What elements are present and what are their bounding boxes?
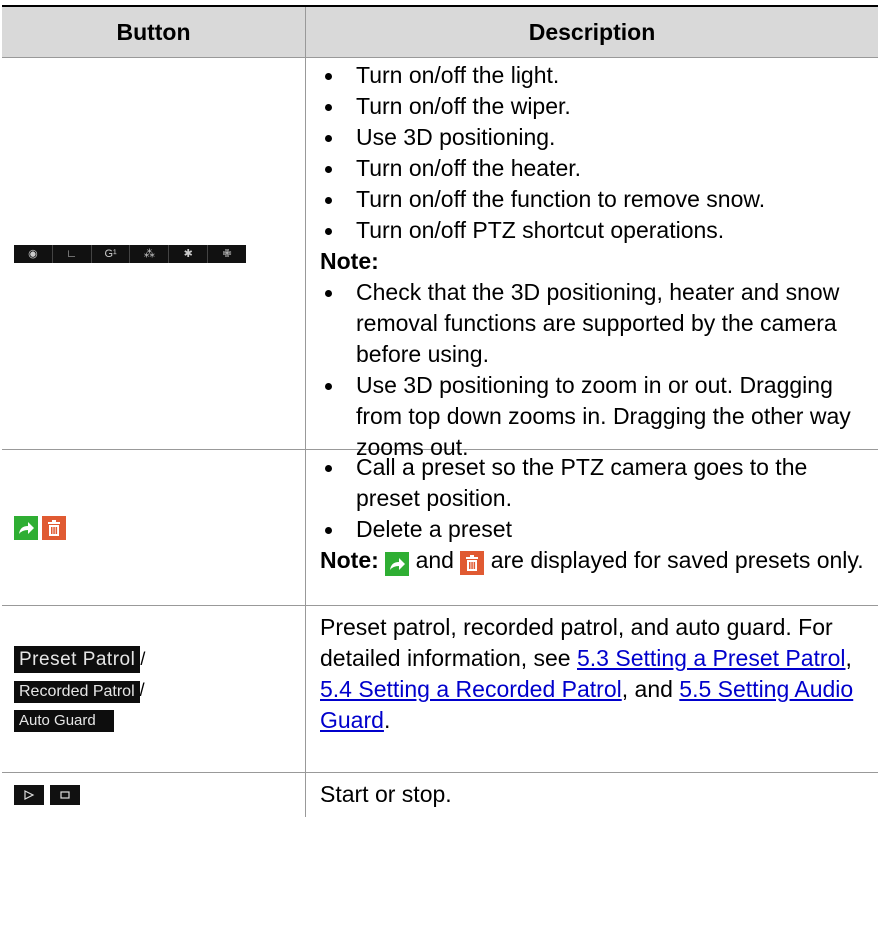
stop-button[interactable] xyxy=(50,785,80,805)
slash: / xyxy=(139,680,145,700)
note-label: Note: xyxy=(320,547,379,573)
description-cell: Start or stop. xyxy=(306,773,878,817)
heater-icon[interactable]: ⁂ xyxy=(130,244,170,263)
table-row: Preset Patrol / Recorded Patrol / Auto Gua… xyxy=(2,606,878,773)
separator: , xyxy=(845,645,852,671)
separator: , and xyxy=(621,676,673,702)
note-and: and xyxy=(415,547,454,573)
link-preset-patrol[interactable]: 5.3 Setting a Preset Patrol xyxy=(577,645,846,671)
description-cell: Preset patrol, recorded patrol, and auto… xyxy=(306,606,878,772)
goto-preset-icon[interactable] xyxy=(14,515,38,540)
list-item: Use 3D positioning. xyxy=(320,122,868,153)
list-item: Turn on/off PTZ shortcut operations. xyxy=(320,215,868,246)
list-item: Call a preset so the PTZ camera goes to … xyxy=(320,452,868,514)
start-button[interactable] xyxy=(14,785,44,805)
list-item: Turn on/off the heater. xyxy=(320,153,868,184)
auto-guard-button[interactable]: Auto Guard xyxy=(14,710,114,732)
button-cell xyxy=(2,773,306,817)
note-label: Note: xyxy=(320,248,379,274)
table-row: ◉ ∟ G¹ ⁂ ✱ ✙ Turn on/off the light. Turn… xyxy=(2,58,878,460)
3d-positioning-icon[interactable]: G¹ xyxy=(92,244,131,263)
button-cell: Preset Patrol / Recorded Patrol / Auto Gua… xyxy=(2,606,306,772)
list-item: Turn on/off the light. xyxy=(320,60,868,91)
goto-preset-icon xyxy=(385,552,410,576)
note-list: Check that the 3D positioning, heater an… xyxy=(320,277,868,463)
table-row: Start or stop. xyxy=(2,773,878,817)
preset-list: Call a preset so the PTZ camera goes to … xyxy=(320,452,868,545)
eye-icon[interactable]: ◉ xyxy=(14,244,53,263)
description-cell: Turn on/off the light. Turn on/off the w… xyxy=(306,58,878,460)
table-header: Button Description xyxy=(2,5,878,58)
function-list: Turn on/off the light. Turn on/off the w… xyxy=(320,60,868,246)
list-item: Turn on/off the function to remove snow. xyxy=(320,184,868,215)
recorded-patrol-button[interactable]: Recorded Patrol xyxy=(14,681,140,703)
wiper-icon[interactable]: ∟ xyxy=(53,244,92,263)
list-item: Delete a preset xyxy=(320,514,868,545)
link-recorded-patrol[interactable]: 5.4 Setting a Recorded Patrol xyxy=(320,676,622,702)
button-description-table: Button Description ◉ ∟ G¹ ⁂ ✱ ✙ Turn on/… xyxy=(2,5,878,817)
list-item: Use 3D positioning to zoom in or out. Dr… xyxy=(320,370,868,463)
delete-preset-icon xyxy=(460,551,485,575)
list-item: Turn on/off the wiper. xyxy=(320,91,868,122)
start-stop-description: Start or stop. xyxy=(320,780,452,807)
preset-patrol-button[interactable]: Preset Patrol xyxy=(14,646,141,673)
snow-removal-icon[interactable]: ✱ xyxy=(169,244,209,263)
ptz-function-icon-strip: ◉ ∟ G¹ ⁂ ✱ ✙ xyxy=(14,244,246,263)
header-button: Button xyxy=(2,7,306,57)
button-cell: ◉ ∟ G¹ ⁂ ✱ ✙ xyxy=(2,58,306,449)
description-cell: Call a preset so the PTZ camera goes to … xyxy=(306,450,878,605)
delete-preset-icon[interactable] xyxy=(42,515,66,540)
shortcut-icon[interactable]: ✙ xyxy=(208,245,246,263)
preset-note: Note: and are displayed for saved preset… xyxy=(320,545,868,576)
table-row: Call a preset so the PTZ camera goes to … xyxy=(2,450,878,606)
slash: / xyxy=(140,649,146,669)
list-item: Check that the 3D positioning, heater an… xyxy=(320,277,868,370)
note-rest: are displayed for saved presets only. xyxy=(490,547,864,573)
button-cell xyxy=(2,450,306,605)
header-description: Description xyxy=(528,18,656,45)
period: . xyxy=(383,707,391,733)
